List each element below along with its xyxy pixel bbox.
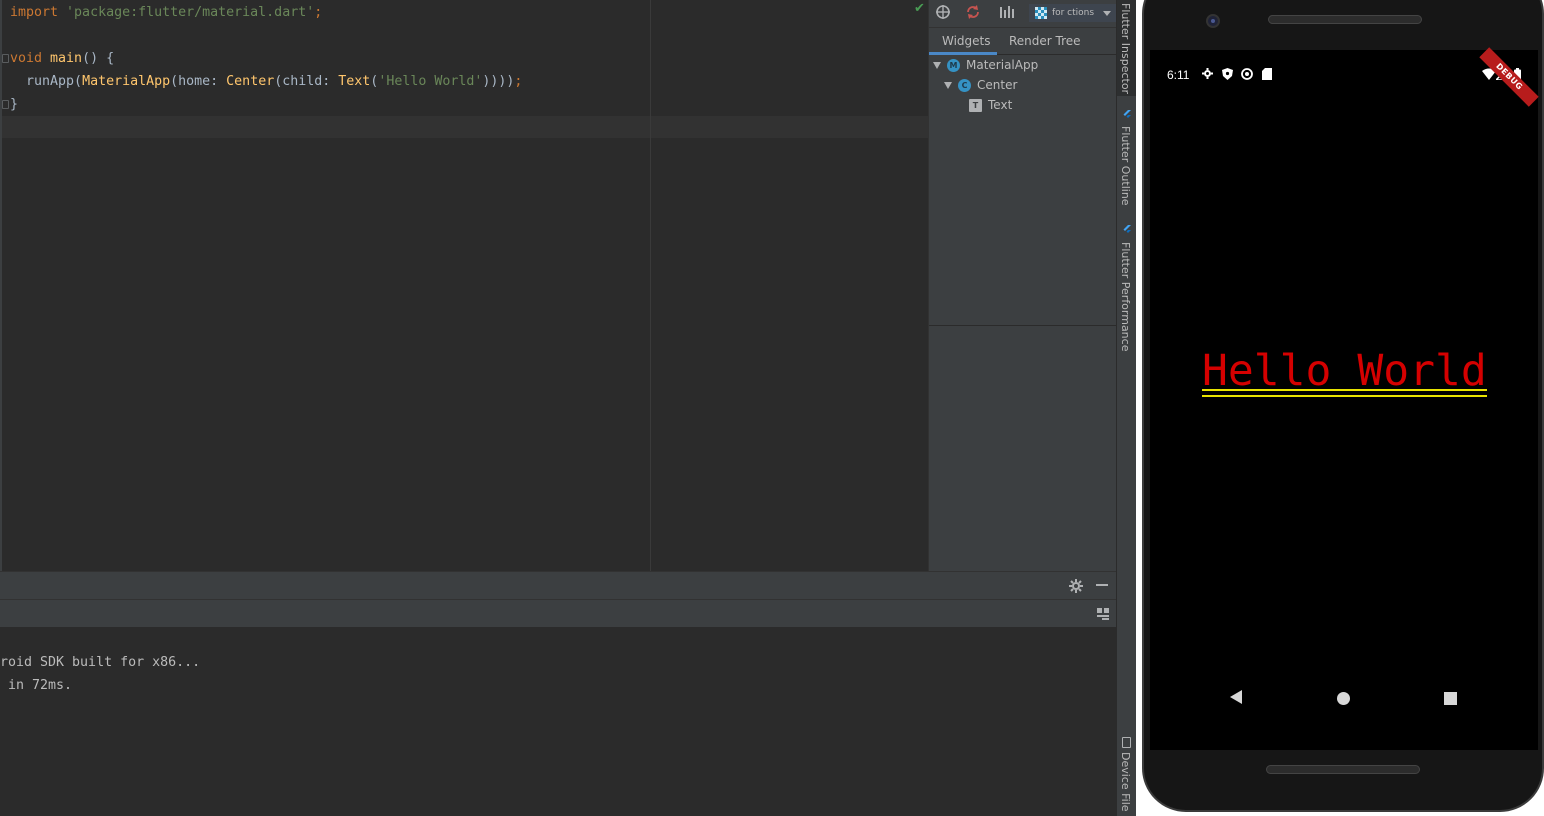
inspector-tabs: Widgets Render Tree xyxy=(929,28,1117,55)
fold-marker-icon[interactable] xyxy=(2,54,9,63)
more-actions-label: for ctions xyxy=(1051,8,1095,18)
performance-overlay-icon[interactable] xyxy=(997,4,1017,22)
gear-icon[interactable] xyxy=(1069,579,1083,593)
hello-world-text: Hello World xyxy=(1202,346,1487,396)
code-token: Text xyxy=(338,74,371,89)
code-token: ; xyxy=(514,74,523,89)
code-token: )))) xyxy=(482,74,515,89)
code-editor[interactable]: import 'package:flutter/material.dart'; … xyxy=(0,0,928,571)
sync-status-icon xyxy=(1241,68,1253,80)
settings-status-icon xyxy=(1202,68,1213,79)
chevron-down-icon xyxy=(1102,10,1111,16)
tab-flutter-inspector[interactable]: Flutter Inspector xyxy=(1119,3,1132,94)
minimize-icon[interactable] xyxy=(1096,584,1108,586)
expand-arrow-icon[interactable] xyxy=(944,82,952,89)
code-token: Center xyxy=(226,74,275,89)
expand-arrow-icon[interactable] xyxy=(933,62,941,69)
top-speaker-grille xyxy=(1268,15,1422,24)
code-token: MaterialApp xyxy=(82,74,171,89)
flutter-inspector-panel: for ctions Widgets Render Tree M Material… xyxy=(928,0,1117,571)
tree-node-label: MaterialApp xyxy=(966,58,1039,72)
back-button-icon[interactable] xyxy=(1230,690,1242,704)
tab-widgets[interactable]: Widgets xyxy=(942,34,991,48)
tree-node-label: Center xyxy=(977,78,1018,92)
device-screen[interactable] xyxy=(1150,50,1538,750)
tree-node-materialapp[interactable]: M MaterialApp xyxy=(933,55,1038,75)
console-line-1: roid SDK built for x86... xyxy=(0,655,201,670)
layout-options-icon[interactable] xyxy=(1096,607,1110,621)
sd-card-status-icon xyxy=(1262,68,1272,80)
inspector-split-divider[interactable] xyxy=(929,325,1117,326)
code-line-1: import 'package:flutter/material.dart'; xyxy=(10,2,322,24)
recents-button-icon[interactable] xyxy=(1444,692,1457,705)
tree-node-center[interactable]: C Center xyxy=(944,75,1017,95)
code-token: } xyxy=(10,97,19,112)
code-token: main xyxy=(50,51,83,66)
fold-marker-icon[interactable] xyxy=(2,100,9,109)
front-camera-icon xyxy=(1206,14,1220,28)
status-bar-time: 6:11 xyxy=(1167,68,1190,82)
tree-node-text[interactable]: T Text xyxy=(969,95,1012,115)
code-token: ; xyxy=(314,5,323,20)
bottom-speaker-grille xyxy=(1266,765,1420,774)
code-token: (home: xyxy=(170,74,227,89)
run-console-panel: roid SDK built for x86... in 72ms. xyxy=(0,571,1116,816)
run-panel-toolbar xyxy=(0,600,1116,628)
refresh-tree-icon[interactable] xyxy=(963,4,983,22)
current-line-highlight xyxy=(2,116,928,138)
console-line-2: in 72ms. xyxy=(0,678,73,693)
tab-device-file-explorer[interactable]: Device File E xyxy=(1119,752,1132,816)
widget-t-icon: T xyxy=(969,99,982,112)
run-panel-header xyxy=(0,572,1116,600)
flutter-logo-icon xyxy=(1123,225,1131,233)
code-line-3: void main() { xyxy=(10,48,114,70)
code-token: () { xyxy=(82,51,115,66)
code-token: runApp( xyxy=(10,74,83,89)
shield-status-icon xyxy=(1222,68,1233,80)
widget-m-icon: M xyxy=(947,59,960,72)
code-token: 'Hello World' xyxy=(378,74,483,89)
right-margin-guide xyxy=(650,0,651,571)
code-token: 'package:flutter/material.dart' xyxy=(66,5,315,20)
code-line-5: } xyxy=(10,94,18,116)
inspector-toolbar: for ctions xyxy=(929,0,1117,28)
tab-flutter-performance[interactable]: Flutter Performance xyxy=(1119,242,1132,351)
code-line-4: runApp(MaterialApp(home: Center(child: T… xyxy=(10,71,522,93)
home-button-icon[interactable] xyxy=(1337,692,1350,705)
checker-icon xyxy=(1035,7,1048,19)
tree-node-label: Text xyxy=(988,98,1013,112)
widget-c-icon: C xyxy=(958,79,971,92)
more-actions-dropdown[interactable]: for ctions xyxy=(1029,4,1117,22)
tab-flutter-outline[interactable]: Flutter Outline xyxy=(1119,126,1132,206)
code-token: import xyxy=(10,5,67,20)
code-token: void xyxy=(10,51,51,66)
text-underline xyxy=(1202,389,1487,391)
flutter-logo-icon xyxy=(1123,110,1131,118)
code-token: (child: xyxy=(274,74,339,89)
select-widget-mode-icon[interactable] xyxy=(933,4,953,22)
tab-render-tree[interactable]: Render Tree xyxy=(1009,34,1081,48)
text-underline xyxy=(1202,395,1487,397)
device-file-icon xyxy=(1122,737,1131,748)
right-tool-strip: Flutter Inspector Flutter Outline Flutte… xyxy=(1116,0,1137,816)
no-errors-check-icon: ✔ xyxy=(914,1,925,16)
